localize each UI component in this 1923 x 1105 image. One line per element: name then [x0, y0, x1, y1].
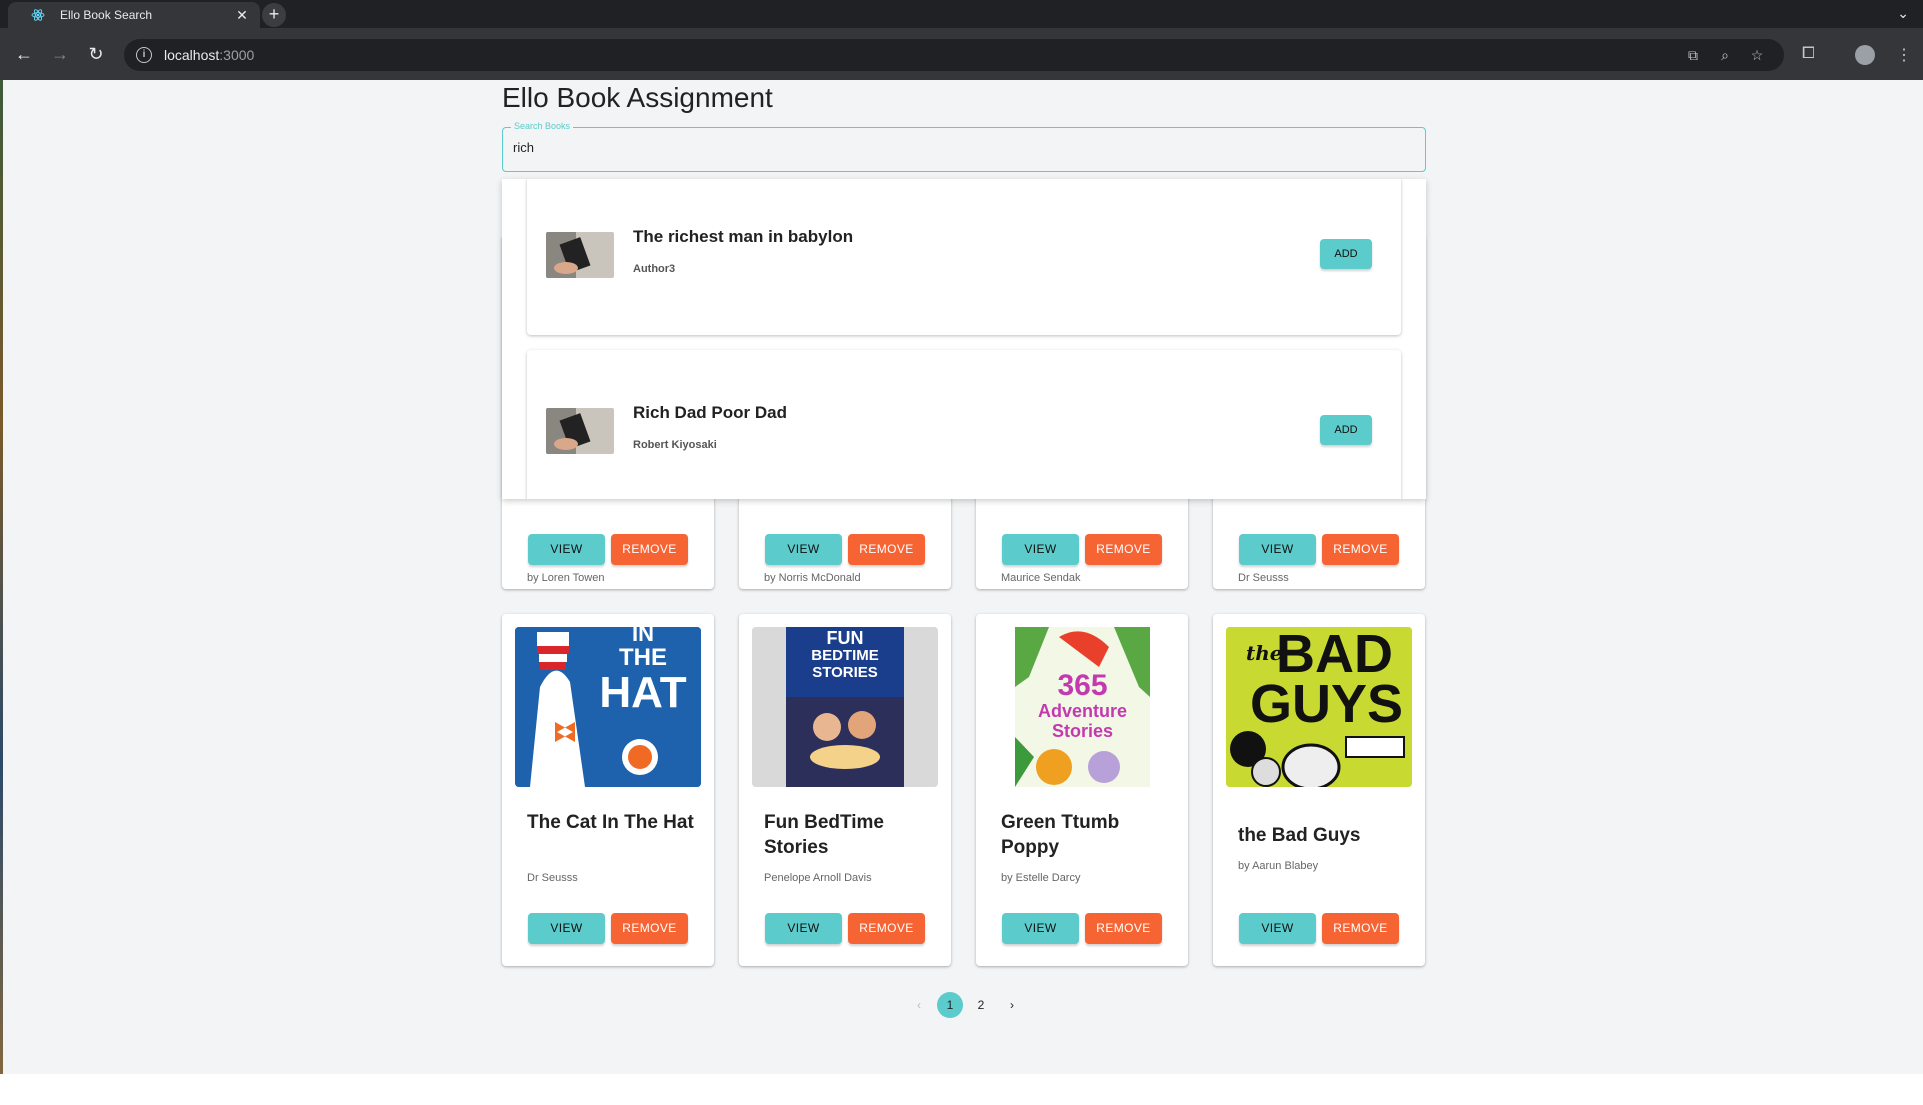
- book-author: by Aarun Blabey: [1238, 860, 1319, 872]
- view-button[interactable]: VIEW: [1239, 913, 1316, 944]
- back-arrow-icon[interactable]: ←: [10, 40, 38, 68]
- cover-text: Adventure: [1037, 701, 1127, 721]
- url-host: localhost: [164, 47, 220, 63]
- book-title: Green Ttumb Poppy: [1001, 812, 1120, 858]
- book-thumbnail: [546, 232, 614, 278]
- search-field[interactable]: Search Books: [502, 121, 1426, 172]
- browser-toolbar: ← → ↻ i localhost:3000 ⧉ ⌕ ☆ ⧠ ⋮: [0, 28, 1923, 80]
- close-icon[interactable]: ✕: [234, 7, 250, 24]
- bookmark-star-icon[interactable]: ☆: [1748, 47, 1766, 65]
- cover-text: 365: [1057, 669, 1108, 702]
- add-button[interactable]: ADD: [1320, 415, 1372, 445]
- remove-button[interactable]: REMOVE: [1085, 534, 1162, 565]
- more-menu-icon[interactable]: ⋮: [1896, 45, 1912, 65]
- book-author: Maurice Sendak: [1001, 572, 1081, 584]
- book-author: Penelope Arnoll Davis: [764, 872, 872, 884]
- cover-text: BAD: [1276, 627, 1393, 684]
- book-card: FUN BEDTIME STORIES Fun BedTime Stories …: [739, 614, 951, 966]
- remove-button[interactable]: REMOVE: [611, 534, 688, 565]
- pagination-prev-button[interactable]: ‹: [906, 992, 932, 1018]
- react-icon: [30, 7, 46, 23]
- extensions-icon[interactable]: ⧠: [1802, 45, 1815, 63]
- book-cover-image[interactable]: FUN BEDTIME STORIES: [752, 627, 938, 787]
- result-title: Rich Dad Poor Dad: [633, 403, 787, 422]
- book-author: Dr Seusss: [1238, 572, 1289, 584]
- view-button[interactable]: VIEW: [1002, 534, 1079, 565]
- book-author: by Estelle Darcy: [1001, 872, 1081, 884]
- cover-text: IN: [632, 627, 654, 646]
- remove-button[interactable]: REMOVE: [848, 534, 925, 565]
- book-cover-image[interactable]: the BAD GUYS: [1226, 627, 1412, 787]
- url-port: :3000: [219, 47, 255, 63]
- zoom-icon[interactable]: ⌕: [1716, 47, 1734, 65]
- remove-button[interactable]: REMOVE: [1322, 534, 1399, 565]
- reload-icon[interactable]: ↻: [82, 40, 110, 68]
- book-author: by Loren Towen: [527, 572, 605, 584]
- search-results-dropdown: The richest man in babylon Author3 ADD R…: [502, 179, 1426, 499]
- search-result-item[interactable]: The richest man in babylon Author3 ADD: [527, 179, 1401, 335]
- pagination-next-button[interactable]: ›: [999, 992, 1025, 1018]
- remove-button[interactable]: REMOVE: [611, 913, 688, 944]
- add-button[interactable]: ADD: [1320, 239, 1372, 269]
- search-result-item[interactable]: Rich Dad Poor Dad Robert Kiyosaki ADD: [527, 350, 1401, 499]
- view-button[interactable]: VIEW: [528, 913, 605, 944]
- cover-text: FUN: [826, 628, 864, 648]
- remove-button[interactable]: REMOVE: [848, 913, 925, 944]
- tab-title: Ello Book Search: [60, 8, 153, 22]
- install-app-icon[interactable]: ⧉: [1684, 47, 1702, 65]
- view-button[interactable]: VIEW: [765, 534, 842, 565]
- page-footer-area: [0, 1074, 1923, 1105]
- new-tab-button[interactable]: +: [262, 3, 286, 27]
- chevron-down-icon[interactable]: ⌄: [1897, 5, 1909, 22]
- search-input[interactable]: [513, 140, 1393, 155]
- book-cover-image[interactable]: 365 Adventure Stories: [989, 627, 1175, 787]
- page-title: Ello Book Assignment: [502, 82, 773, 113]
- result-author: Author3: [633, 263, 676, 275]
- view-button[interactable]: VIEW: [528, 534, 605, 565]
- book-thumbnail: [546, 408, 614, 454]
- view-button[interactable]: VIEW: [1002, 913, 1079, 944]
- book-title: Fun BedTime Stories: [764, 812, 884, 858]
- browser-tab-strip: Ello Book Search ✕ + ⌄: [0, 0, 1923, 28]
- page-1-button[interactable]: 1: [937, 992, 963, 1018]
- book-cover-image[interactable]: IN THE HAT: [515, 627, 701, 787]
- browser-tab[interactable]: Ello Book Search ✕: [8, 2, 260, 28]
- book-card: IN THE HAT The Cat In The Hat Dr Seusss …: [502, 614, 714, 966]
- book-title: the Bad Guys: [1238, 825, 1361, 846]
- cover-text: STORIES: [812, 664, 878, 681]
- book-author: Dr Seusss: [527, 872, 578, 884]
- page-2-button[interactable]: 2: [968, 992, 994, 1018]
- address-bar[interactable]: i localhost:3000 ⧉ ⌕ ☆: [124, 39, 1784, 71]
- book-title: The Cat In The Hat: [527, 812, 694, 833]
- remove-button[interactable]: REMOVE: [1085, 913, 1162, 944]
- cover-text: BEDTIME: [811, 647, 879, 664]
- book-card: the BAD GUYS the Bad Guys by Aarun Blabe…: [1213, 614, 1425, 966]
- profile-avatar[interactable]: [1855, 45, 1875, 65]
- view-button[interactable]: VIEW: [1239, 534, 1316, 565]
- book-card: 365 Adventure Stories Green Ttumb Poppy …: [976, 614, 1188, 966]
- pagination: ‹ 1 2 ›: [3, 992, 1923, 1018]
- book-author: by Norris McDonald: [764, 572, 861, 584]
- forward-arrow-icon[interactable]: →: [46, 40, 74, 68]
- search-label: Search Books: [511, 121, 574, 131]
- cover-text: HAT: [599, 668, 687, 717]
- result-author: Robert Kiyosaki: [633, 439, 717, 451]
- cover-text: GUYS: [1250, 674, 1404, 734]
- cover-text: Stories: [1051, 721, 1114, 741]
- result-title: The richest man in babylon: [633, 227, 854, 246]
- info-icon[interactable]: i: [136, 47, 152, 63]
- view-button[interactable]: VIEW: [765, 913, 842, 944]
- remove-button[interactable]: REMOVE: [1322, 913, 1399, 944]
- page-viewport: Ello Book Assignment Search Books by Lor…: [3, 80, 1923, 1074]
